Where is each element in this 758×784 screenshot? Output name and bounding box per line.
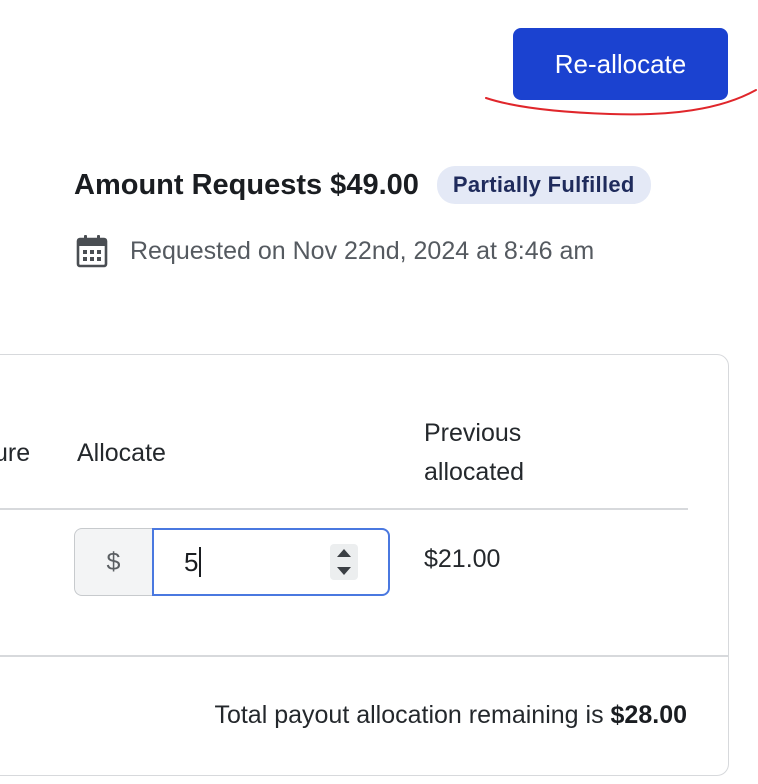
header-divider [0, 508, 688, 510]
allocation-page: Re-allocate Amount Requests $49.00 Parti… [0, 0, 758, 784]
number-stepper[interactable] [330, 544, 358, 580]
footer-divider [0, 655, 728, 657]
currency-prefix: $ [74, 528, 152, 596]
status-badge: Partially Fulfilled [436, 166, 651, 204]
column-header-allocate: Allocate [77, 439, 166, 467]
request-header: Amount Requests $49.00 Partially Fulfill… [74, 166, 651, 204]
calendar-icon [76, 234, 108, 268]
allocate-amount-value: 5 [184, 546, 199, 577]
chevron-down-icon[interactable] [337, 567, 351, 575]
re-allocate-button[interactable]: Re-allocate [513, 28, 728, 100]
column-header-truncated: ure [0, 439, 31, 467]
remaining-label: Total payout allocation remaining is [214, 701, 604, 729]
requested-date-text: Requested on Nov 22nd, 2024 at 8:46 am [130, 236, 595, 265]
text-caret [199, 547, 202, 577]
column-header-previous-allocated: Previous allocated [424, 419, 525, 486]
page-title: Amount Requests $49.00 [74, 168, 419, 201]
allocate-amount-input-group: $ 5 [74, 528, 390, 596]
remaining-summary: Total payout allocation remaining is $28… [214, 701, 687, 730]
chevron-up-icon[interactable] [337, 549, 351, 557]
requested-date-row: Requested on Nov 22nd, 2024 at 8:46 am [76, 234, 594, 268]
previous-allocated-value: $21.00 [424, 545, 501, 573]
remaining-amount: $28.00 [610, 701, 687, 729]
allocate-amount-field[interactable]: 5 [152, 528, 390, 596]
